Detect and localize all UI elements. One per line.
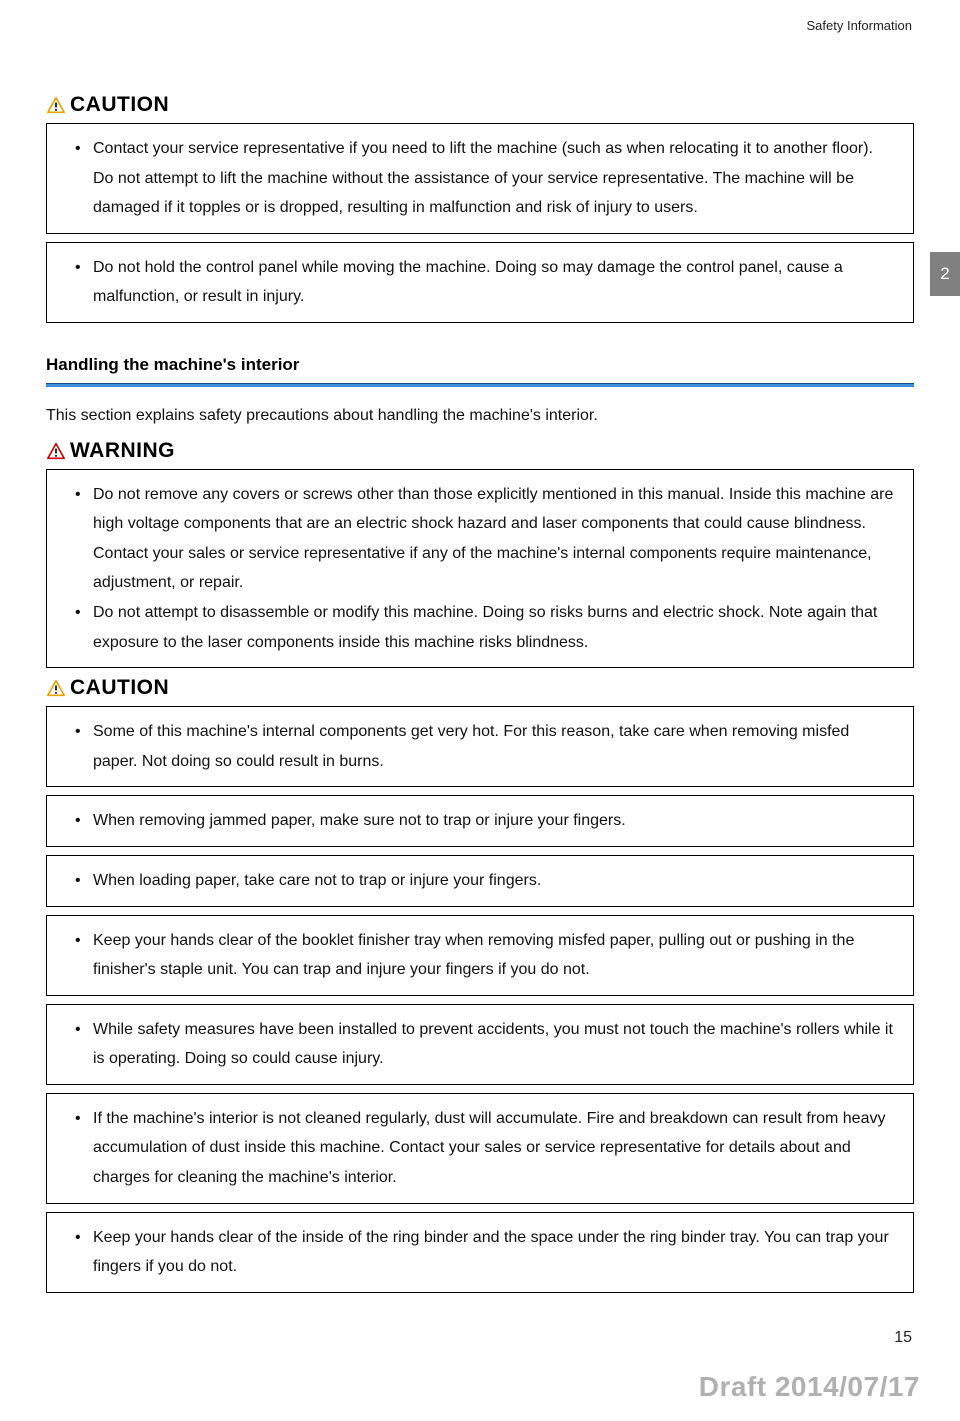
caution-box-2-2: When removing jammed paper, make sure no… bbox=[46, 795, 914, 847]
caution-box-2-7: Keep your hands clear of the inside of t… bbox=[46, 1212, 914, 1293]
warning-header: WARNING bbox=[46, 439, 914, 463]
caution-icon bbox=[46, 679, 66, 697]
caution-box-2-5: While safety measures have been installe… bbox=[46, 1004, 914, 1085]
caution-box-2-4: Keep your hands clear of the booklet fin… bbox=[46, 915, 914, 996]
notice-item: Keep your hands clear of the inside of t… bbox=[79, 1223, 895, 1282]
notice-item: Do not remove any covers or screws other… bbox=[79, 480, 895, 598]
warning-box: Do not remove any covers or screws other… bbox=[46, 469, 914, 669]
notice-item: When loading paper, take care not to tra… bbox=[79, 866, 895, 896]
notice-item: While safety measures have been installe… bbox=[79, 1015, 895, 1074]
caution-label: CAUTION bbox=[70, 93, 169, 117]
notice-item: Keep your hands clear of the booklet fin… bbox=[79, 926, 895, 985]
caution-header-2: CAUTION bbox=[46, 676, 914, 700]
header-section-label: Safety Information bbox=[46, 18, 914, 33]
caution-box-1b: Do not hold the control panel while movi… bbox=[46, 242, 914, 323]
notice-item: Do not attempt to disassemble or modify … bbox=[79, 598, 895, 657]
notice-item: Contact your service representative if y… bbox=[79, 134, 895, 223]
caution-box-2-1: Some of this machine's internal componen… bbox=[46, 706, 914, 787]
caution-box-2-3: When loading paper, take care not to tra… bbox=[46, 855, 914, 907]
warning-label: WARNING bbox=[70, 439, 175, 463]
notice-item: Do not hold the control panel while movi… bbox=[79, 253, 895, 312]
notice-item: If the machine's interior is not cleaned… bbox=[79, 1104, 895, 1193]
notice-item: When removing jammed paper, make sure no… bbox=[79, 806, 895, 836]
caution-box-2-6: If the machine's interior is not cleaned… bbox=[46, 1093, 914, 1204]
caution-header-1: CAUTION bbox=[46, 93, 914, 117]
section-heading: Handling the machine's interior bbox=[46, 355, 914, 375]
notice-item: Some of this machine's internal componen… bbox=[79, 717, 895, 776]
section-rule bbox=[46, 383, 914, 387]
caution-icon bbox=[46, 96, 66, 114]
page-number: 15 bbox=[894, 1329, 912, 1347]
warning-icon bbox=[46, 442, 66, 460]
caution-box-1a: Contact your service representative if y… bbox=[46, 123, 914, 234]
section-intro: This section explains safety precautions… bbox=[46, 403, 914, 429]
chapter-tab: 2 bbox=[930, 252, 960, 296]
caution-label: CAUTION bbox=[70, 676, 169, 700]
draft-stamp: Draft 2014/07/17 bbox=[699, 1371, 920, 1403]
